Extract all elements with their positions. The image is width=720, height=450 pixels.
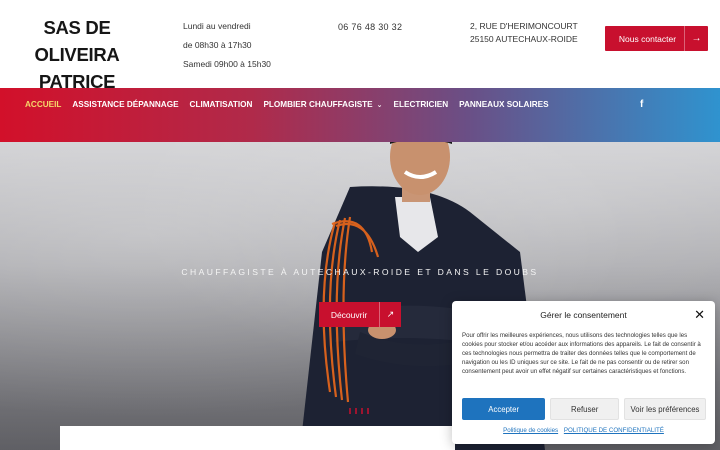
hours-line-2: de 08h30 à 17h30 [183, 40, 252, 50]
contact-button[interactable]: Nous contacter → [605, 26, 708, 51]
hours-line-1: Lundi au vendredi [183, 21, 251, 31]
nav-item-label: PLOMBIER CHAUFFAGISTE [263, 100, 373, 109]
facebook-icon[interactable]: f [640, 99, 643, 110]
consent-links: Politique de cookies POLITIQUE DE CONFID… [452, 427, 715, 434]
consent-text: Pour offrir les meilleures expériences, … [462, 332, 701, 375]
site-logo[interactable]: SAS DE OLIVEIRA PATRICE [10, 14, 144, 95]
address-line-1: 2, RUE D'HERIMONCOURT [470, 21, 578, 31]
address-line-2: 25150 AUTECHAUX-ROIDE [470, 33, 578, 44]
logo-line-1: SAS DE OLIVEIRA [34, 17, 120, 65]
contact-button-label: Nous contacter [618, 33, 677, 44]
discover-button[interactable]: Découvrir ↗ [319, 302, 401, 327]
hero-tagline: CHAUFFAGISTE À AUTECHAUX-ROIDE ET DANS L… [181, 267, 539, 277]
privacy-policy-link[interactable]: POLITIQUE DE CONFIDENTIALITÉ [564, 427, 664, 434]
discover-button-label: Découvrir [330, 309, 368, 320]
site-header: SAS DE OLIVEIRA PATRICE Lundi au vendred… [0, 0, 720, 92]
nav-item-panneaux-solaires[interactable]: PANNEAUX SOLAIRES [459, 100, 548, 109]
nav-item-electricien[interactable]: ELECTRICIEN [394, 100, 449, 109]
preferences-button[interactable]: Voir les préférences [624, 398, 706, 420]
phone-number[interactable]: 06 76 48 30 32 [338, 22, 402, 32]
hours-line-3: Samedi 09h00 à 15h30 [183, 59, 271, 69]
address: 2, RUE D'HERIMONCOURT 25150 AUTECHAUX-RO… [470, 20, 578, 45]
cookie-consent-dialog: Gérer le consentement ✕ Pour offrir les … [452, 301, 715, 444]
nav-item-assistance-depannage[interactable]: ASSISTANCE DÉPANNAGE [72, 100, 178, 109]
refuse-button[interactable]: Refuser [550, 398, 619, 420]
main-navigation: ACCUEIL ASSISTANCE DÉPANNAGE CLIMATISATI… [0, 88, 720, 142]
arrow-up-right-icon: ↗ [379, 302, 401, 327]
arrow-right-icon: → [684, 26, 708, 51]
chevron-down-icon: ⌄ [376, 101, 383, 109]
cookie-policy-link[interactable]: Politique de cookies [503, 427, 558, 434]
nav-item-climatisation[interactable]: CLIMATISATION [190, 100, 253, 109]
nav-item-accueil[interactable]: ACCUEIL [25, 100, 61, 109]
content-panel [60, 426, 455, 450]
consent-title: Gérer le consentement [540, 310, 627, 320]
nav-item-plombier-chauffagiste[interactable]: PLOMBIER CHAUFFAGISTE ⌄ [263, 100, 382, 109]
accept-button[interactable]: Accepter [462, 398, 546, 420]
opening-hours: Lundi au vendredi de 08h30 à 17h30 Samed… [183, 17, 271, 74]
close-icon[interactable]: ✕ [694, 307, 705, 323]
